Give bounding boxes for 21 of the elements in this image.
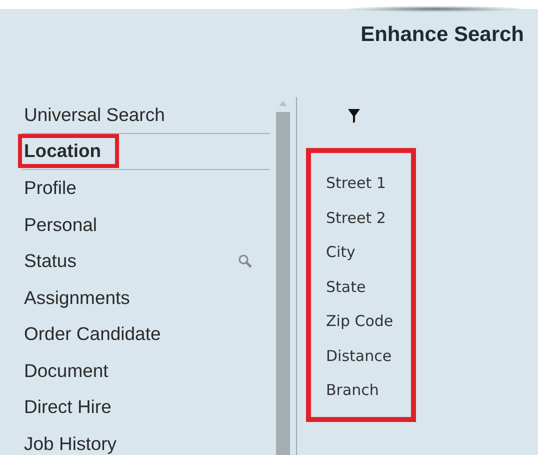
sidebar-item[interactable]: Location xyxy=(18,134,120,168)
sidebar-item[interactable]: Assignments xyxy=(18,280,136,315)
sidebar-item[interactable]: Profile xyxy=(18,171,82,206)
sidebar-item[interactable]: Document xyxy=(18,354,114,388)
field-label[interactable]: Distance xyxy=(326,338,392,373)
sidebar-item[interactable]: Status xyxy=(18,244,82,278)
field-label[interactable]: Zip Code xyxy=(326,304,394,338)
scroll-up-icon[interactable] xyxy=(277,100,289,106)
search-icon[interactable] xyxy=(238,254,252,268)
sidebar-item[interactable]: Direct Hire xyxy=(18,390,118,424)
field-label[interactable]: City xyxy=(326,235,356,270)
sidebar-item[interactable]: Job History xyxy=(18,426,123,455)
window-title: Enhance Search xyxy=(360,23,524,48)
field-label[interactable]: Street 2 xyxy=(326,200,386,235)
filter-icon[interactable] xyxy=(348,109,360,123)
sidebar-item[interactable]: Order Candidate xyxy=(18,317,167,352)
field-label[interactable]: Branch xyxy=(326,373,379,408)
field-label[interactable]: Street 1 xyxy=(326,166,386,200)
sidebar-item[interactable]: Personal xyxy=(18,208,104,242)
sidebar-item[interactable]: Universal Search xyxy=(18,98,171,132)
field-label[interactable]: State xyxy=(326,270,366,304)
